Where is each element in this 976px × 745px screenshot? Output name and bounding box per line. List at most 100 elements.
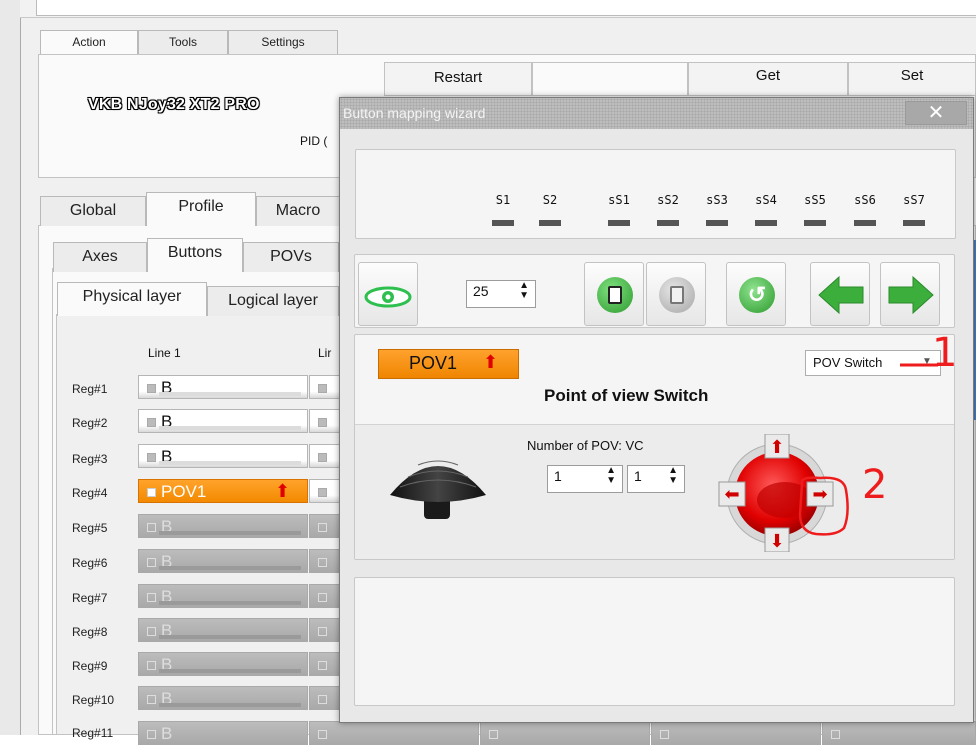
led-indicator [318,488,327,497]
register-button[interactable]: B [138,618,308,642]
copy-icon [597,277,633,313]
value-spinbox[interactable]: 25 ▲ ▼ [466,280,536,308]
register-button[interactable]: B [138,584,308,608]
arrow-up-icon: ⬆ [483,352,499,372]
slot-indicator [804,220,826,226]
slot-indicator [903,220,925,226]
reg-label: Reg#7 [72,591,108,605]
eye-icon [364,286,412,308]
led-indicator [147,593,156,602]
slot-indicator [755,220,777,226]
register-button[interactable]: B [138,652,308,676]
register-button[interactable]: B [138,409,308,433]
register-button[interactable]: B [138,721,308,745]
tab-label: Profile [178,198,224,215]
reg-label: Reg#5 [72,521,108,535]
led-indicator [147,695,156,704]
tab-povs[interactable]: POVs [243,242,339,272]
joystick-hat-icon [390,460,486,519]
register-button[interactable] [480,721,650,745]
tab-buttons[interactable]: Buttons [147,238,243,272]
slot-label: sS1 [608,193,630,207]
get-label: Get [755,67,781,84]
level-bar [159,566,301,570]
bottom-panel [354,577,955,706]
slot-label: sS2 [657,193,679,207]
register-button-pov[interactable]: POV1 ⬆ [138,479,308,503]
led-indicator [318,627,327,636]
pov-count-spinbox[interactable]: 1 ▲ ▼ [547,465,623,493]
get-button[interactable]: Get [688,62,848,96]
column-header-line2: Lir [318,346,332,360]
paste-button[interactable] [646,262,706,326]
register-button[interactable] [651,721,821,745]
slot-indicator [539,220,561,226]
led-indicator [147,523,156,532]
previous-button[interactable] [810,262,870,326]
register-button[interactable] [309,721,479,745]
dialog-titlebar[interactable]: Button mapping wizard ✕ [340,98,973,129]
set-button[interactable]: Set [848,62,976,96]
slot-label: S2 [542,193,558,207]
tab-settings[interactable]: Settings [228,30,338,54]
pov-title: Point of view Switch [544,386,709,405]
led-indicator [147,558,156,567]
tab-tools[interactable]: Tools [138,30,228,54]
svg-text:⬅: ⬅ [724,484,739,505]
tab-label: Buttons [167,244,223,261]
tab-profile[interactable]: Profile [146,192,256,226]
spin-value: 25 [473,283,489,299]
tab-label: POVs [270,248,312,265]
led-indicator [318,558,327,567]
copy-button[interactable] [584,262,644,326]
tab-label: Action [72,35,106,49]
pov-vc-spinbox[interactable]: 1 ▲ ▼ [627,465,685,493]
pov-badge-label: POV1 [409,353,458,373]
pov-type-value: POV Switch [813,355,883,370]
set-label: Set [900,67,924,84]
led-indicator [318,384,327,393]
tab-action[interactable]: Action [40,30,138,54]
slot-indicator [608,220,630,226]
register-button[interactable] [822,721,976,745]
spin-arrows-icon: ▲ ▼ [668,465,678,486]
restart-button[interactable]: Restart [384,62,532,96]
led-indicator [147,627,156,636]
monitor-button[interactable] [358,262,418,326]
tab-label: Settings [261,35,305,49]
tab-label: Tools [168,35,197,49]
close-button[interactable]: ✕ [905,101,967,125]
arrow-right-icon [888,275,934,315]
tab-label: Axes [82,248,118,265]
close-icon: ✕ [927,102,945,124]
arrow-left-icon [818,275,864,315]
annotation-circle [798,476,849,536]
reg-label: Reg#8 [72,625,108,639]
tab-macro[interactable]: Macro [256,196,340,226]
tab-axes[interactable]: Axes [53,242,147,272]
register-button[interactable]: B [138,514,308,538]
register-button[interactable]: B [138,375,308,399]
register-button[interactable]: B [138,686,308,710]
next-button[interactable] [880,262,940,326]
restart-label: Restart [433,69,483,86]
tab-global[interactable]: Global [40,196,146,226]
left-border [0,0,20,735]
reg-label: Reg#10 [72,693,115,707]
pid-label: PID ( [300,134,328,148]
tab-logical-layer[interactable]: Logical layer [207,286,339,316]
pov-badge[interactable]: POV1 ⬆ [378,349,519,379]
tab-physical-layer[interactable]: Physical layer [57,282,207,316]
dialog-title: Button mapping wizard [343,105,486,121]
slot-indicator [854,220,876,226]
register-button[interactable]: B [138,549,308,573]
slot-label: sS4 [755,193,777,207]
slot-indicator [657,220,679,226]
led-indicator [318,453,327,462]
spin-arrows-icon: ▲ ▼ [606,465,616,486]
register-button[interactable]: B [138,444,308,468]
slot-indicator [706,220,728,226]
reset-button[interactable]: ↺ [726,262,786,326]
paste-icon [659,277,695,313]
slot-label: sS3 [706,193,728,207]
